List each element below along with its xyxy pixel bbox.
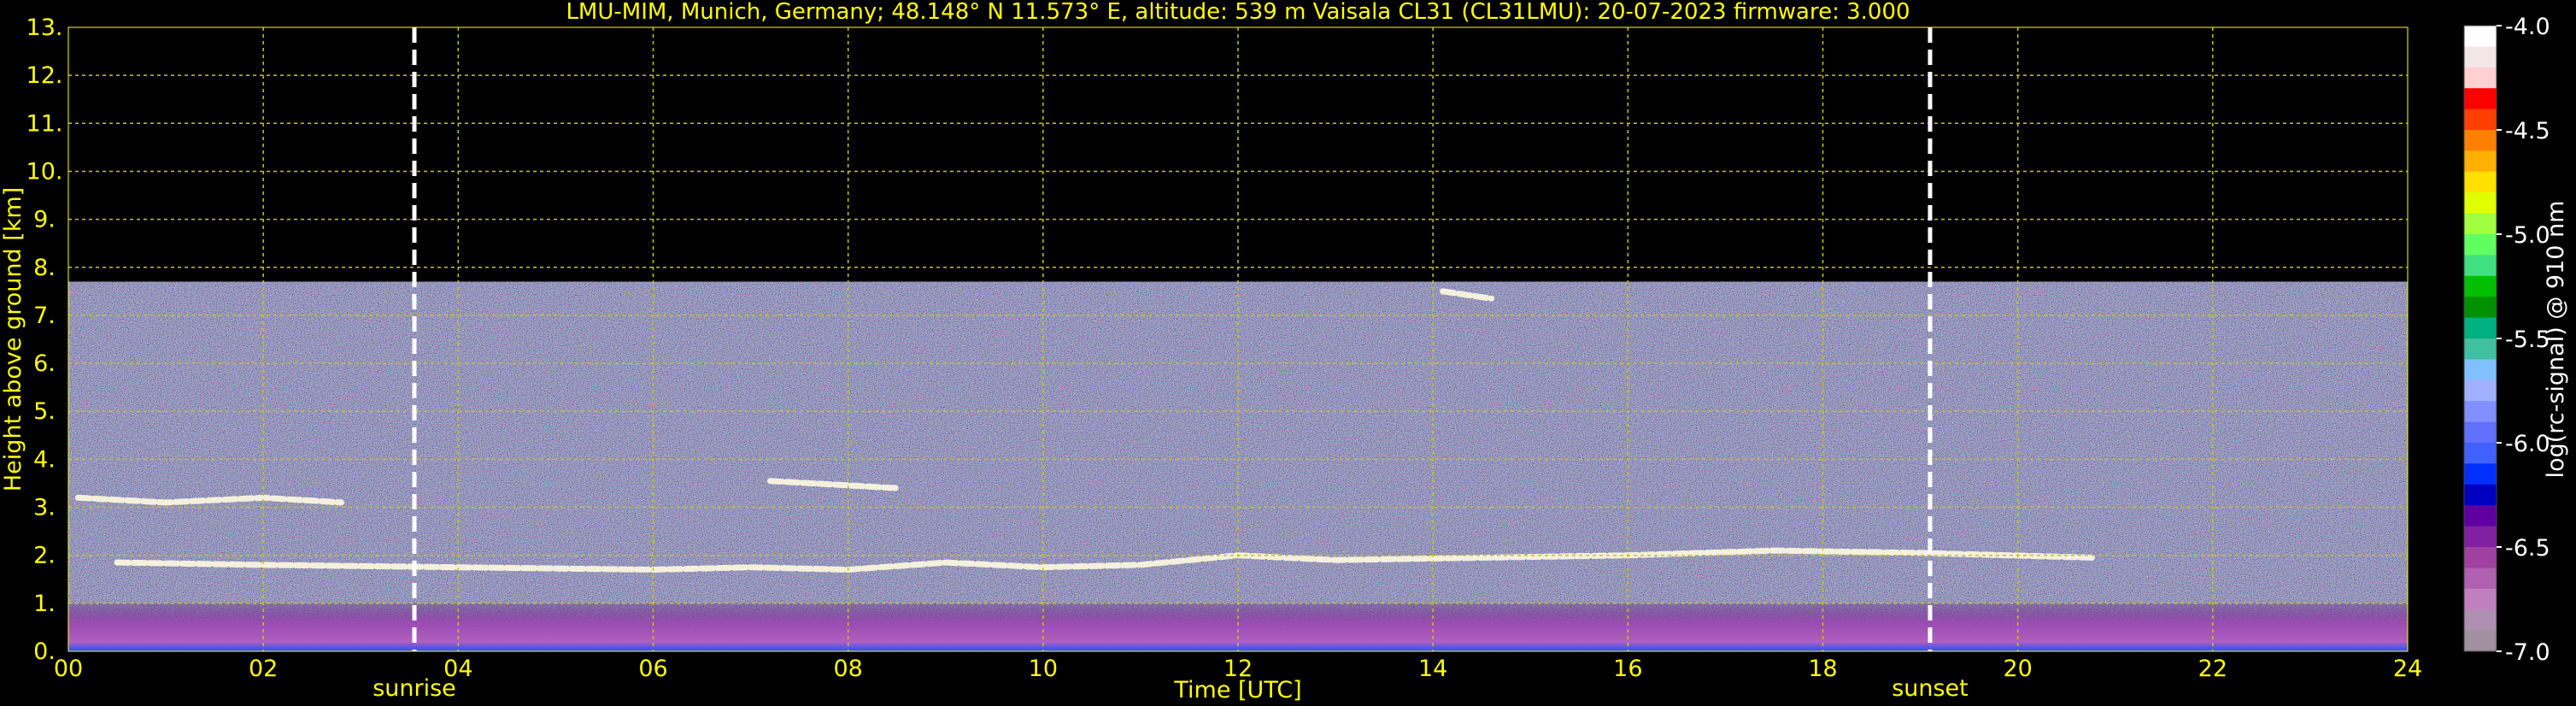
chart-title: LMU-MIM, Munich, Germany; 48.148° N 11.5… bbox=[566, 0, 1910, 25]
y-tick-label: 12. bbox=[26, 62, 63, 89]
colorbar-segment bbox=[2464, 130, 2497, 151]
colorbar-segment bbox=[2464, 505, 2497, 527]
colorbar-segment bbox=[2464, 88, 2497, 110]
colorbar-segment bbox=[2464, 568, 2497, 590]
y-tick-label: 1. bbox=[33, 591, 56, 617]
colorbar-segment bbox=[2464, 192, 2497, 215]
colorbar-segment bbox=[2464, 609, 2497, 632]
colorbar-segment bbox=[2464, 526, 2497, 548]
plot-area bbox=[68, 27, 2408, 651]
y-tick-label: 6. bbox=[33, 350, 56, 377]
y-tick-label: 0. bbox=[33, 638, 56, 665]
colorbar-segment bbox=[2464, 213, 2497, 235]
colorbar-segment bbox=[2464, 338, 2497, 360]
x-tick-label: 14 bbox=[1418, 656, 1447, 682]
colorbar-tick-label: -6.5 bbox=[2505, 535, 2550, 562]
colorbar-segment bbox=[2464, 463, 2497, 485]
colorbar-segment bbox=[2464, 255, 2497, 277]
colorbar-segment bbox=[2464, 630, 2497, 652]
colorbar-segment bbox=[2464, 67, 2497, 89]
colorbar-segment bbox=[2464, 401, 2497, 423]
y-tick-label: 8. bbox=[33, 255, 56, 281]
colorbar-segment bbox=[2464, 547, 2497, 568]
colorbar-segment bbox=[2464, 297, 2497, 319]
colorbar-segment bbox=[2464, 234, 2497, 256]
colorbar-segment bbox=[2464, 484, 2497, 506]
y-tick-label: 11. bbox=[26, 110, 63, 137]
x-tick-label: 06 bbox=[638, 656, 667, 682]
x-tick-label: 08 bbox=[833, 656, 862, 682]
x-tick-label: 02 bbox=[249, 656, 278, 682]
y-tick-label: 13. bbox=[26, 15, 63, 41]
x-tick-label: 16 bbox=[1613, 656, 1642, 682]
colorbar-segment bbox=[2464, 46, 2497, 68]
x-tick-label: 22 bbox=[2198, 656, 2227, 682]
colorbar: -4.0-4.5-5.0-5.5-6.0-6.5-7.0 bbox=[2463, 14, 2550, 666]
colorbar-segment bbox=[2464, 150, 2497, 173]
colorbar-tick-label: -4.5 bbox=[2505, 118, 2550, 144]
colorbar-segment bbox=[2464, 275, 2497, 297]
ceilometer-chart: LMU-MIM, Munich, Germany; 48.148° N 11.5… bbox=[0, 0, 2569, 703]
x-tick-label: 24 bbox=[2393, 656, 2422, 682]
colorbar-segment bbox=[2464, 171, 2497, 193]
colorbar-segment bbox=[2464, 359, 2497, 381]
y-tick-label: 10. bbox=[26, 158, 63, 185]
y-tick-label: 9. bbox=[33, 207, 56, 233]
x-tick-label: 10 bbox=[1029, 656, 1058, 682]
signal-layer-2 bbox=[74, 494, 344, 506]
y-axis-label: Height above ground [km] bbox=[0, 187, 26, 491]
colorbar-segment bbox=[2464, 26, 2497, 47]
y-tick-label: 5. bbox=[33, 398, 56, 425]
y-tick-label: 4. bbox=[33, 446, 56, 473]
colorbar-segment bbox=[2464, 588, 2497, 610]
colorbar-segment bbox=[2464, 109, 2497, 131]
colorbar-segment bbox=[2464, 421, 2497, 444]
y-axis-ticks: 0. 1. 2. 3. 4. 5. 6. 7. 8. 9. 10. 11. 12. 13. bbox=[26, 15, 63, 665]
y-tick-label: 7. bbox=[33, 303, 56, 329]
x-tick-label: 04 bbox=[443, 656, 472, 682]
x-tick-label: 20 bbox=[2003, 656, 2032, 682]
colorbar-tick-label: -4.0 bbox=[2505, 14, 2550, 40]
colorbar-segment bbox=[2464, 443, 2497, 464]
x-axis-label: Time [UTC] bbox=[1173, 677, 1301, 703]
y-tick-label: 2. bbox=[33, 543, 56, 569]
sunset-label: sunset bbox=[1892, 675, 1969, 702]
colorbar-label: log(rc-signal) @ 910 nm bbox=[2543, 201, 2569, 479]
colorbar-segment bbox=[2464, 317, 2497, 339]
colorbar-segment bbox=[2464, 379, 2497, 402]
x-tick-label: 00 bbox=[54, 656, 83, 682]
x-tick-label: 18 bbox=[1808, 656, 1837, 682]
y-tick-label: 3. bbox=[33, 495, 56, 521]
colorbar-tick-label: -7.0 bbox=[2505, 639, 2550, 666]
